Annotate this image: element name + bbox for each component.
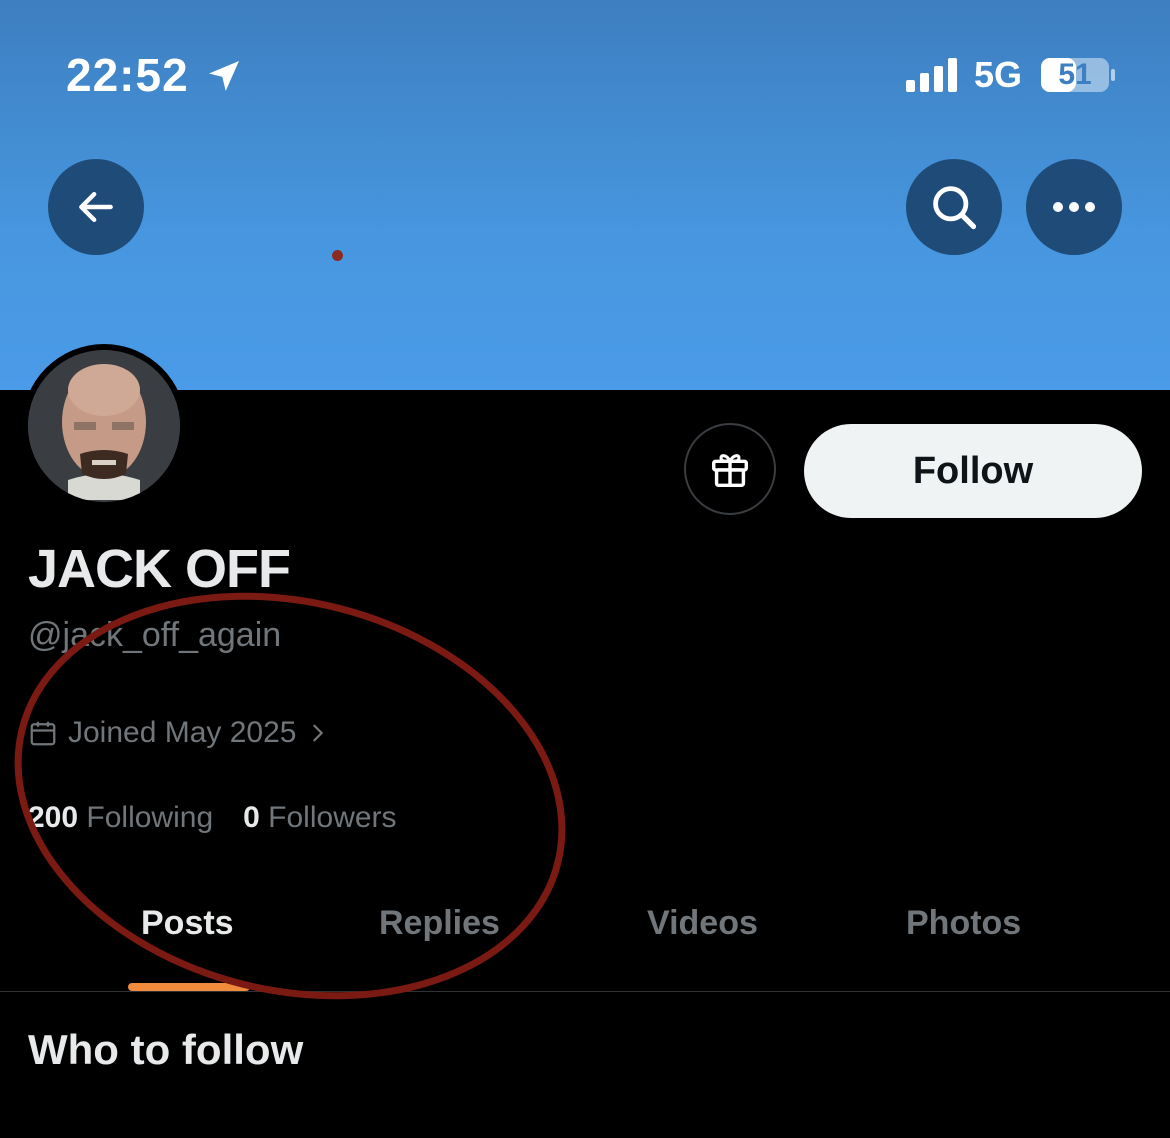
- tab-videos[interactable]: Videos: [647, 904, 758, 943]
- follow-button[interactable]: Follow: [804, 424, 1142, 518]
- location-arrow-icon: [209, 61, 239, 91]
- status-time: 22:52: [66, 49, 189, 101]
- tab-posts[interactable]: Posts: [141, 904, 234, 943]
- following-link[interactable]: 200 Following: [28, 801, 213, 835]
- active-tab-indicator: [128, 983, 250, 991]
- joined-date[interactable]: Joined May 2025: [28, 716, 329, 750]
- battery-level: 51: [1058, 58, 1092, 91]
- network-type: 5G: [974, 54, 1023, 95]
- gift-icon: [711, 454, 749, 488]
- profile-handle: @jack_off_again: [28, 616, 282, 654]
- cellular-signal-icon: [906, 58, 957, 92]
- more-horizontal-icon: [1053, 202, 1095, 212]
- followers-link[interactable]: 0 Followers: [243, 801, 396, 835]
- banner-dot: [332, 250, 343, 261]
- section-title: Who to follow: [28, 1026, 304, 1073]
- profile-name: JACK OFF: [28, 539, 291, 599]
- following-count: 200: [28, 801, 79, 834]
- follow-stats: 200 Following 0 Followers: [28, 801, 397, 835]
- tabs-divider: [0, 991, 1170, 992]
- tab-photos[interactable]: Photos: [906, 904, 1021, 943]
- gift-button[interactable]: [684, 423, 776, 515]
- followers-count: 0: [243, 801, 260, 834]
- avatar-image: [28, 350, 180, 502]
- following-label: Following: [86, 801, 214, 834]
- search-button[interactable]: [906, 159, 1002, 255]
- tab-replies[interactable]: Replies: [379, 904, 500, 943]
- more-button[interactable]: [1026, 159, 1122, 255]
- chevron-right-icon: [312, 724, 323, 742]
- calendar-icon: [30, 721, 56, 746]
- arrow-left-icon: [79, 191, 113, 223]
- joined-text: Joined May 2025: [68, 716, 297, 749]
- followers-label: Followers: [268, 801, 397, 834]
- search-icon: [933, 186, 977, 230]
- avatar[interactable]: [28, 350, 180, 502]
- back-button[interactable]: [48, 159, 144, 255]
